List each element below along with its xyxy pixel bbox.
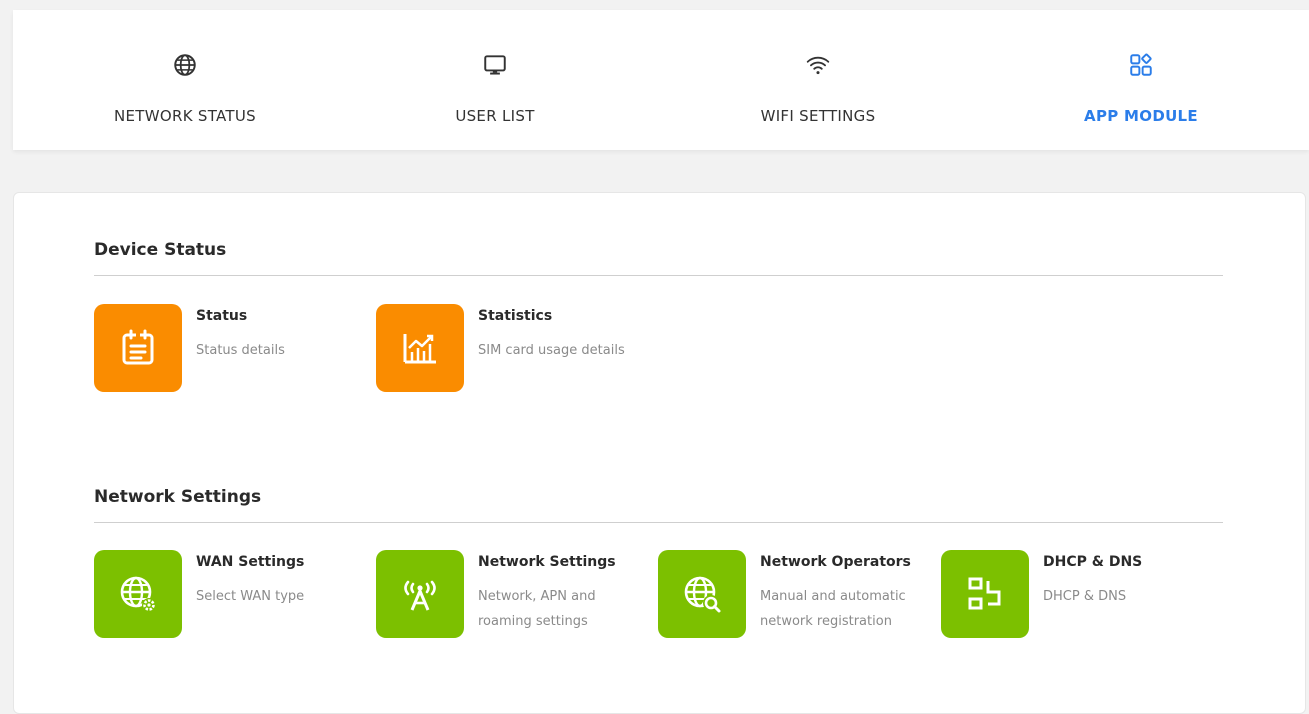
tile-network-operators[interactable]: Network Operators Manual and automatic n… — [658, 550, 928, 640]
nav-user-list[interactable]: USER LIST — [365, 10, 625, 150]
nav-network-status[interactable]: NETWORK STATUS — [55, 10, 315, 150]
tile-title: Status — [196, 308, 248, 324]
tile-description: Status details — [196, 343, 285, 358]
nav-label: WIFI SETTINGS — [760, 107, 876, 125]
nav-app-module[interactable]: APP MODULE — [1011, 10, 1271, 150]
chart-icon — [376, 304, 464, 392]
tile-status[interactable]: Status Status details — [94, 304, 364, 394]
section-title-network-settings: Network Settings — [94, 487, 262, 507]
top-navigation: NETWORK STATUS USER LIST WIFI SETTINGS A… — [13, 10, 1309, 150]
tile-title: Network Operators — [760, 554, 911, 570]
globe-icon — [174, 54, 196, 76]
tile-title: WAN Settings — [196, 554, 305, 570]
divider — [94, 522, 1223, 523]
wifi-icon — [806, 56, 830, 75]
nav-label: USER LIST — [455, 107, 535, 125]
tile-network-settings[interactable]: Network Settings Network, APN and roamin… — [376, 550, 646, 640]
tile-description: SIM card usage details — [478, 343, 625, 358]
tile-title: Statistics — [478, 308, 553, 324]
divider — [94, 275, 1223, 276]
nav-wifi-settings[interactable]: WIFI SETTINGS — [688, 10, 948, 150]
app-module-panel: Device Status Status Status details Stat… — [13, 192, 1306, 714]
calendar-list-icon — [94, 304, 182, 392]
nav-label: APP MODULE — [1084, 107, 1198, 125]
globe-gear-icon — [94, 550, 182, 638]
tile-description: Manual and automatic network registratio… — [760, 589, 906, 629]
tile-description: Network, APN and roaming settings — [478, 589, 596, 629]
nav-label: NETWORK STATUS — [113, 107, 256, 125]
tile-description: DHCP & DNS — [1043, 589, 1127, 604]
monitor-icon — [484, 55, 506, 75]
tile-title: DHCP & DNS — [1043, 554, 1143, 570]
tile-dhcp-dns[interactable]: DHCP & DNS DHCP & DNS — [941, 550, 1211, 640]
tile-title: Network Settings — [478, 554, 616, 570]
tile-wan-settings[interactable]: WAN Settings Select WAN type — [94, 550, 364, 640]
section-title-device-status: Device Status — [94, 240, 227, 260]
tile-description: Select WAN type — [196, 589, 305, 604]
tile-statistics[interactable]: Statistics SIM card usage details — [376, 304, 646, 394]
dhcp-icon — [941, 550, 1029, 638]
antenna-icon — [376, 550, 464, 638]
globe-search-icon — [658, 550, 746, 638]
app-grid-icon — [1130, 53, 1152, 76]
